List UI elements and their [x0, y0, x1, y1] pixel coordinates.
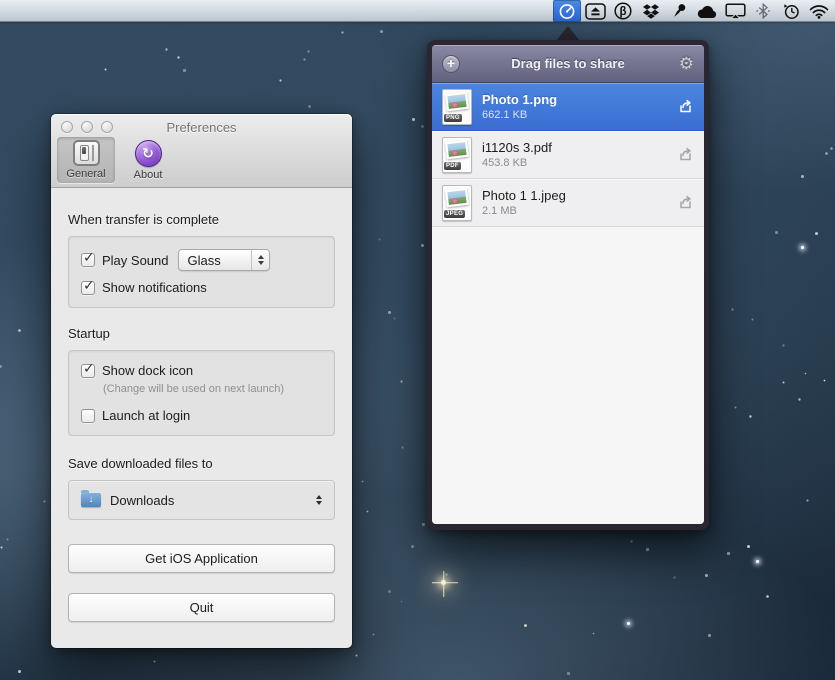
file-name: Photo 1.png — [482, 92, 677, 107]
switch-icon — [73, 140, 100, 166]
menu-bar: β — [0, 0, 835, 22]
time-machine-icon[interactable] — [777, 0, 805, 22]
section-label-startup: Startup — [68, 326, 335, 341]
eject-icon[interactable] — [581, 0, 609, 22]
show-dock-icon-checkbox[interactable]: ✓ — [81, 364, 95, 378]
preferences-toolbar: General ↻ About — [57, 137, 177, 183]
gear-icon[interactable]: ⚙ — [679, 53, 694, 75]
file-size: 662.1 KB — [482, 109, 677, 121]
popover-arrow — [556, 26, 580, 41]
downloads-folder-icon: ↓ — [81, 493, 101, 507]
play-sound-checkbox[interactable]: ✓ — [81, 253, 95, 267]
tab-general[interactable]: General — [57, 137, 115, 183]
add-file-button[interactable]: + — [442, 55, 460, 73]
launch-at-login-label: Launch at login — [102, 408, 190, 423]
startup-groupbox: ✓ Show dock icon (Change will be used on… — [68, 350, 335, 436]
dropbox-icon[interactable] — [637, 0, 665, 22]
popover-frame: + Drag files to share ⚙ PNG Photo 1.png … — [427, 40, 709, 530]
play-sound-label: Play Sound — [102, 253, 169, 268]
about-icon: ↻ — [135, 140, 162, 167]
transfer-groupbox: ✓ Play Sound Glass ✓ Show notifications — [68, 236, 335, 308]
status-icon-area: β — [553, 0, 833, 22]
cloud-icon[interactable] — [693, 0, 721, 22]
download-folder-select[interactable]: ↓ Downloads — [68, 480, 335, 520]
app-timer-icon[interactable] — [553, 0, 581, 22]
share-popover: + Drag files to share ⚙ PNG Photo 1.png … — [427, 25, 709, 530]
file-type-badge: PDF — [444, 162, 461, 170]
file-row[interactable]: PNG Photo 1.png 662.1 KB — [432, 83, 704, 131]
popover-title: Drag files to share — [511, 56, 624, 71]
share-icon[interactable] — [677, 98, 694, 115]
wifi-icon[interactable] — [805, 0, 833, 22]
file-thumbnail-icon: JPEG — [442, 185, 472, 221]
file-size: 453.8 KB — [482, 157, 677, 169]
section-label-save: Save downloaded files to — [68, 456, 335, 471]
show-notifications-checkbox[interactable]: ✓ — [81, 281, 95, 295]
sound-select[interactable]: Glass — [178, 249, 270, 271]
drop-zone[interactable] — [432, 227, 704, 524]
stepper-icon — [251, 250, 264, 270]
airplay-icon[interactable] — [721, 0, 749, 22]
file-name: Photo 1 1.jpeg — [482, 188, 677, 203]
tab-about[interactable]: ↻ About — [119, 137, 177, 183]
preferences-window: Preferences General ↻ About When transfe… — [51, 114, 352, 648]
pin-icon[interactable] — [665, 0, 693, 22]
window-titlebar[interactable]: Preferences General ↻ About — [51, 114, 352, 188]
file-thumbnail-icon: PNG — [442, 89, 472, 125]
dock-icon-note: (Change will be used on next launch) — [103, 383, 322, 395]
bright-star — [441, 580, 446, 585]
star — [801, 246, 804, 249]
show-notifications-label: Show notifications — [102, 280, 207, 295]
show-dock-icon-label: Show dock icon — [102, 363, 193, 378]
bluetooth-icon[interactable] — [749, 0, 777, 22]
beta-icon[interactable]: β — [609, 0, 637, 22]
quit-button[interactable]: Quit — [68, 593, 335, 622]
file-row[interactable]: JPEG Photo 1 1.jpeg 2.1 MB — [432, 179, 704, 227]
section-label-transfer: When transfer is complete — [68, 212, 335, 227]
popover-header: + Drag files to share ⚙ — [432, 45, 704, 83]
file-size: 2.1 MB — [482, 205, 677, 217]
star — [627, 622, 630, 625]
file-type-badge: JPEG — [444, 210, 465, 218]
file-name: i1120s 3.pdf — [482, 140, 677, 155]
star — [756, 560, 759, 563]
svg-text:β: β — [619, 6, 626, 18]
window-title: Preferences — [51, 120, 352, 135]
launch-at-login-checkbox[interactable] — [81, 409, 95, 423]
stepper-icon — [310, 481, 322, 519]
share-icon[interactable] — [677, 146, 694, 163]
file-thumbnail-icon: PDF — [442, 137, 472, 173]
share-icon[interactable] — [677, 194, 694, 211]
file-row[interactable]: PDF i1120s 3.pdf 453.8 KB — [432, 131, 704, 179]
get-ios-app-button[interactable]: Get iOS Application — [68, 544, 335, 573]
file-type-badge: PNG — [444, 114, 462, 122]
